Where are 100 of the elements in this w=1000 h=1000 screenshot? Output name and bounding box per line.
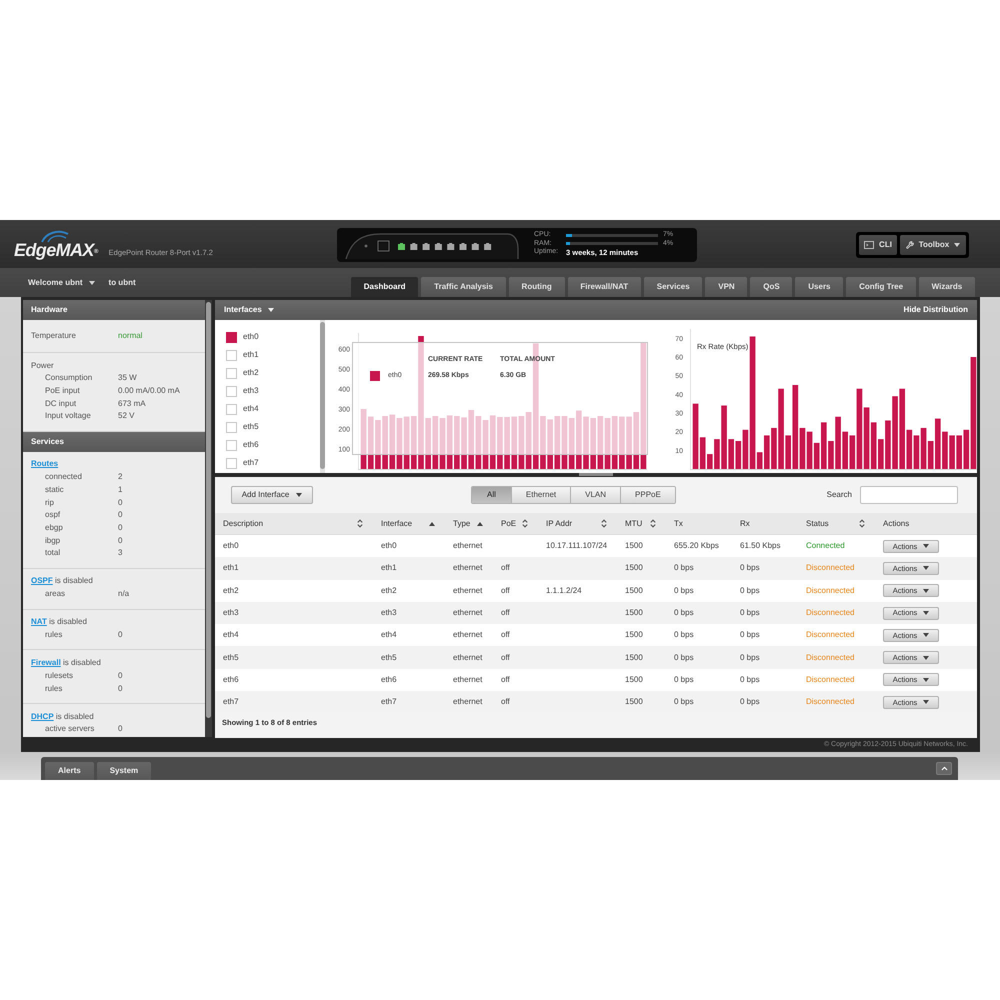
info-value: 0 bbox=[118, 670, 122, 682]
info-value: 0 bbox=[118, 509, 122, 522]
info-value: 1 bbox=[118, 484, 122, 496]
interface-label: eth7 bbox=[243, 457, 259, 469]
table-cell: 1500 bbox=[625, 584, 643, 597]
table-cell: 0 bps bbox=[674, 696, 694, 708]
table-cell: ethernet bbox=[453, 584, 482, 597]
info-label: rip bbox=[45, 498, 54, 507]
table-cell: eth1 bbox=[381, 562, 397, 574]
interface-label: eth5 bbox=[243, 421, 259, 433]
table-cell: eth3 bbox=[381, 607, 397, 620]
user-target-text: to ubnt bbox=[108, 276, 136, 288]
table-cell: 1500 bbox=[625, 652, 643, 664]
info-value: 0 bbox=[118, 723, 122, 736]
table-cell: ethernet bbox=[453, 674, 482, 686]
status-text: Disconnected bbox=[806, 696, 854, 708]
interface-label: eth0 bbox=[243, 331, 259, 343]
table-cell: eth2 bbox=[223, 584, 239, 597]
info-value: 35 W bbox=[118, 372, 137, 384]
table-cell: eth4 bbox=[381, 629, 397, 642]
table-cell: 0 bps bbox=[740, 562, 760, 574]
table-cell: eth6 bbox=[223, 674, 239, 686]
table-cell: eth7 bbox=[223, 696, 239, 708]
info-value: 0 bbox=[118, 682, 122, 695]
info-value: 52 V bbox=[118, 410, 134, 422]
info-label: ospf bbox=[45, 510, 60, 520]
table-cell: ethernet bbox=[453, 607, 482, 620]
table-cell: 10.17.111.107/24 bbox=[546, 540, 608, 552]
table-cell: 0 bps bbox=[674, 607, 694, 620]
logo: EdgeMAX$^{®}$ bbox=[14, 240, 98, 260]
status-text: Disconnected bbox=[806, 562, 854, 574]
table-cell: 0 bps bbox=[740, 696, 760, 708]
section-title: Hardware bbox=[31, 304, 68, 316]
service-status-text: Firewall is disabled bbox=[31, 657, 101, 670]
interface-label: eth3 bbox=[243, 385, 259, 397]
info-value: 2 bbox=[118, 471, 122, 484]
service-status-text: DHCP is disabled bbox=[31, 710, 94, 723]
info-value: normal bbox=[118, 330, 142, 342]
table-cell: 0 bps bbox=[740, 629, 760, 642]
table-cell: 1.1.1.2/24 bbox=[546, 584, 582, 597]
section-title: Services bbox=[31, 436, 64, 448]
table-cell: 0 bps bbox=[740, 584, 760, 597]
table-cell: 0 bps bbox=[740, 607, 760, 620]
status-text: Disconnected bbox=[806, 674, 854, 686]
info-label: Temperature bbox=[31, 331, 76, 340]
info-value: 0 bbox=[118, 629, 122, 642]
table-cell: off bbox=[501, 562, 510, 574]
info-value: n/a bbox=[118, 588, 130, 600]
table-cell: ethernet bbox=[453, 562, 482, 574]
info-label: rules bbox=[45, 630, 62, 640]
interface-label: eth1 bbox=[243, 349, 259, 361]
interface-label: eth4 bbox=[243, 403, 259, 415]
info-label: ibgp bbox=[45, 536, 60, 545]
table-cell: eth1 bbox=[223, 562, 239, 574]
info-label: areas bbox=[45, 589, 66, 598]
search-label: Search bbox=[826, 489, 852, 501]
group-heading: Power bbox=[31, 360, 54, 372]
table-cell: eth5 bbox=[223, 652, 239, 664]
table-cell: off bbox=[501, 584, 510, 597]
table-cell: ethernet bbox=[453, 540, 482, 552]
table-cell: 1500 bbox=[625, 696, 643, 708]
table-cell: 61.50 Kbps bbox=[740, 540, 780, 552]
info-value: 673 mA bbox=[118, 398, 146, 410]
info-label: active servers bbox=[45, 724, 94, 734]
table-cell: off bbox=[501, 674, 510, 686]
table-cell: eth4 bbox=[223, 629, 239, 642]
table-cell: 1500 bbox=[625, 674, 643, 686]
table-cell: off bbox=[501, 652, 510, 664]
info-value: 0 bbox=[118, 522, 122, 534]
table-cell: 1500 bbox=[625, 562, 643, 574]
table-cell: 1500 bbox=[625, 629, 643, 642]
table-cell: ethernet bbox=[453, 652, 482, 664]
info-label: rulesets bbox=[45, 670, 74, 680]
service-status-text: NAT is disabled bbox=[31, 616, 87, 628]
table-cell: ethernet bbox=[453, 629, 482, 642]
table-cell: 655.20 Kbps bbox=[674, 540, 719, 552]
info-label: DC input bbox=[45, 398, 76, 408]
table-cell: 1500 bbox=[625, 540, 643, 552]
status-text: Disconnected bbox=[806, 629, 854, 642]
table-cell: 0 bps bbox=[674, 652, 694, 664]
table-cell: 0 bps bbox=[674, 674, 694, 686]
info-value: 3 bbox=[118, 547, 122, 560]
table-cell: 0 bps bbox=[740, 652, 760, 664]
info-label: ebgp bbox=[45, 522, 63, 532]
table-cell: off bbox=[501, 629, 510, 642]
info-label: total bbox=[45, 548, 60, 558]
interface-label: eth2 bbox=[243, 367, 259, 379]
info-value: 0 bbox=[118, 496, 122, 509]
info-label: Input voltage bbox=[45, 411, 91, 420]
info-value: 0.00 mA/0.00 mA bbox=[118, 384, 180, 397]
info-value: 0 bbox=[118, 534, 122, 547]
table-cell: 0 bps bbox=[740, 674, 760, 686]
table-cell: ethernet bbox=[453, 696, 482, 708]
table-cell: eth0 bbox=[381, 540, 397, 552]
status-text: Connected bbox=[806, 540, 845, 552]
table-cell: 1500 bbox=[625, 607, 643, 620]
table-cell: eth7 bbox=[381, 696, 397, 708]
table-cell: eth3 bbox=[223, 607, 239, 620]
table-cell: 0 bps bbox=[674, 562, 694, 574]
status-text: Disconnected bbox=[806, 652, 854, 664]
